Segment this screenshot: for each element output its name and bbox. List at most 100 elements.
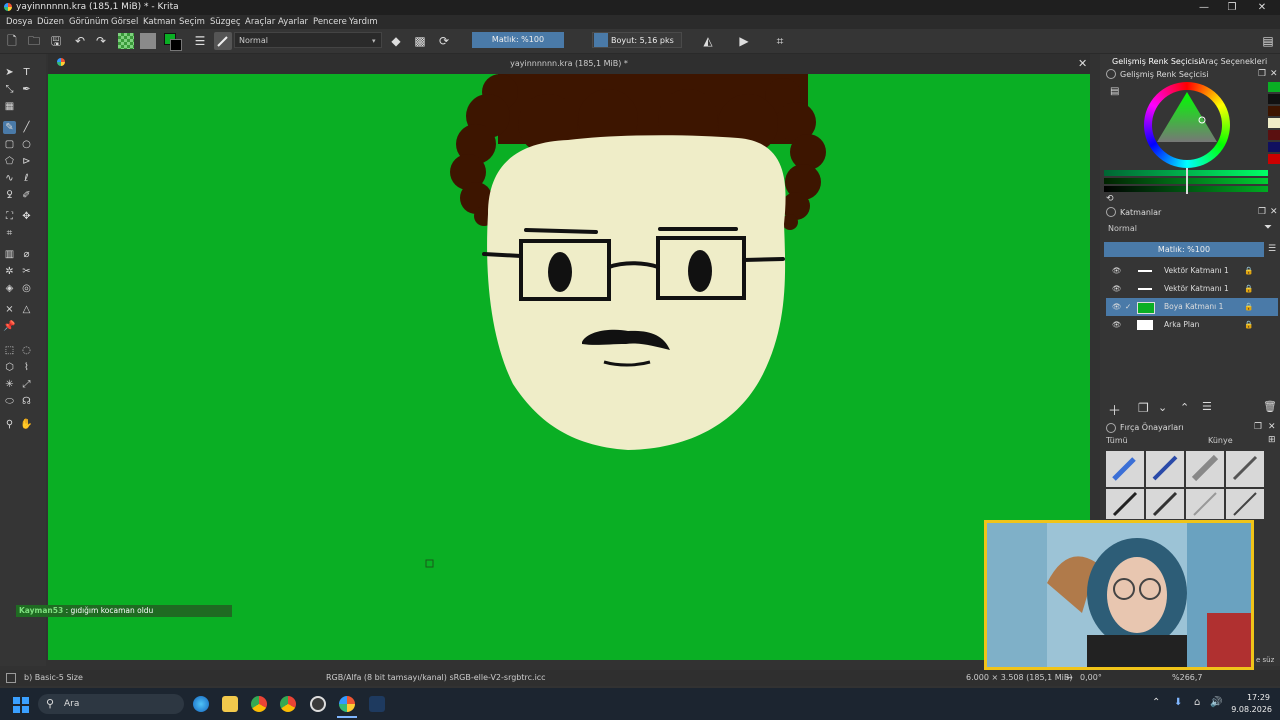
select-shapes-icon[interactable]: ➤ <box>3 66 16 79</box>
chrome-profile-icon[interactable] <box>280 696 296 712</box>
visibility-eye-icon[interactable]: 👁 <box>1112 298 1122 316</box>
recent-color-swatch[interactable] <box>1268 142 1280 152</box>
lock-icon[interactable]: 🔒 <box>1244 280 1253 298</box>
brush-preset-tile[interactable] <box>1146 489 1184 519</box>
panel-pin-icon[interactable] <box>1106 423 1116 433</box>
open-folder-icon[interactable]: 🗀 <box>26 33 42 49</box>
tab-color-selector[interactable]: Gelişmiş Renk Seçicisi <box>1112 57 1200 66</box>
close-window-button[interactable]: ✕ <box>1252 1 1272 14</box>
app-icon[interactable] <box>369 696 385 712</box>
colorize-mask-icon[interactable]: ✲ <box>3 265 16 278</box>
brush-filter-select[interactable]: Tümü <box>1106 436 1202 448</box>
menu-secim[interactable]: Seçim <box>179 17 205 27</box>
magnetic-select-icon[interactable]: ☊ <box>20 395 33 408</box>
reference-tool-icon[interactable]: 📌 <box>3 320 16 333</box>
polygon-tool-icon[interactable]: ⬠ <box>3 155 16 168</box>
undo-icon[interactable]: ↶ <box>72 33 88 49</box>
redo-icon[interactable]: ↷ <box>93 33 109 49</box>
visibility-eye-icon[interactable]: 👁 <box>1112 316 1122 334</box>
freehand-select-icon[interactable]: ⌇ <box>20 361 33 374</box>
lock-icon[interactable]: 🔒 <box>1244 298 1253 316</box>
rectangle-tool-icon[interactable]: ▢ <box>3 138 16 151</box>
eraser-icon[interactable]: ◆ <box>388 33 404 49</box>
workspace-icon[interactable]: ▤ <box>1260 33 1276 49</box>
brush-preset-tile[interactable] <box>1186 489 1224 519</box>
brush-preset-tile[interactable] <box>1106 489 1144 519</box>
color-triangle[interactable] <box>1152 90 1222 160</box>
panel-pin-icon[interactable] <box>1106 69 1116 79</box>
new-document-icon[interactable]: 🗋 <box>4 33 20 49</box>
filter-icon[interactable]: ⏷ <box>1264 222 1272 233</box>
layer-opacity-slider[interactable]: Matlık: %100 <box>1104 242 1264 257</box>
network-icon[interactable]: ⌂ <box>1194 697 1200 708</box>
recent-color-swatch[interactable] <box>1268 94 1280 104</box>
move-up-icon[interactable]: ⌃ <box>1180 401 1189 414</box>
close-document-button[interactable]: ✕ <box>1078 57 1087 70</box>
close-panel-icon[interactable]: ✕ <box>1270 69 1278 79</box>
delete-layer-icon[interactable]: 🗑 <box>1263 400 1277 413</box>
gradient-tool-icon[interactable]: ▦ <box>3 100 16 113</box>
brush-preset-tile[interactable] <box>1106 451 1144 487</box>
windows-start-icon[interactable] <box>12 696 30 714</box>
alpha-lock-icon[interactable]: ▩ <box>412 33 428 49</box>
reset-color-icon[interactable]: ⟲ <box>1106 194 1114 204</box>
polyline-tool-icon[interactable]: ⊳ <box>20 155 33 168</box>
contiguous-select-icon[interactable]: ✳ <box>3 378 16 391</box>
wrap-around-icon[interactable]: ⌗ <box>772 33 788 49</box>
minimize-button[interactable]: — <box>1194 1 1214 14</box>
pattern-swatch-icon[interactable] <box>140 33 156 49</box>
layer-row[interactable]: 👁 Vektör Katmanı 1 🔒 <box>1106 280 1278 298</box>
menu-pencere[interactable]: Pencere <box>313 17 347 27</box>
assistant-tool-icon[interactable]: ⨯ <box>3 303 16 316</box>
background-color-swatch[interactable] <box>170 39 182 51</box>
menu-ayarlar[interactable]: Ayarlar <box>278 17 308 27</box>
reload-preset-icon[interactable]: ⟳ <box>436 33 452 49</box>
tray-app-icon[interactable]: ⬇ <box>1174 697 1182 708</box>
line-tool-icon[interactable]: ╱ <box>20 121 33 134</box>
measure-tool-icon[interactable]: △ <box>20 303 33 316</box>
multibrush-icon[interactable]: ✐ <box>20 189 33 202</box>
visibility-eye-icon[interactable]: 👁 <box>1112 280 1122 298</box>
recent-color-swatch[interactable] <box>1268 106 1280 116</box>
bezier-select-icon[interactable]: ⬭ <box>3 395 16 408</box>
brush-settings-icon[interactable]: ☰ <box>192 33 208 49</box>
freehand-path-icon[interactable]: ℓ <box>20 172 33 185</box>
tray-chevron-icon[interactable]: ⌃ <box>1152 697 1160 708</box>
status-zoom[interactable]: %266,7 <box>1172 673 1203 682</box>
move-down-icon[interactable]: ⌄ <box>1158 401 1167 414</box>
chrome-icon[interactable] <box>251 696 267 712</box>
float-panel-icon[interactable]: ❐ <box>1258 207 1266 217</box>
maximize-button[interactable]: ❐ <box>1222 1 1242 14</box>
recent-color-swatch[interactable] <box>1268 118 1280 128</box>
dynamic-brush-icon[interactable]: ꝿ <box>3 189 16 202</box>
calligraphy-icon[interactable]: ✒ <box>20 83 33 96</box>
panel-pin-icon[interactable] <box>1106 207 1116 217</box>
smart-patch-icon[interactable]: ✂ <box>20 265 33 278</box>
menu-suzgec[interactable]: Süzgeç <box>210 17 241 27</box>
tab-tool-options[interactable]: Araç Seçenekleri <box>1200 57 1267 66</box>
layer-blend-select[interactable]: Normal <box>1104 222 1258 236</box>
menu-dosya[interactable]: Dosya <box>6 17 32 27</box>
mirror-horizontal-icon[interactable]: ◭ <box>700 33 716 49</box>
crop-tool-icon[interactable]: ⌗ <box>3 227 16 240</box>
taskbar-search-box[interactable]: ⚲ Ara <box>38 694 184 714</box>
rect-select-icon[interactable]: ⬚ <box>3 344 16 357</box>
save-icon[interactable]: 🖫 <box>48 33 64 49</box>
transform-tool-icon[interactable]: ⛶ <box>3 210 16 223</box>
obs-icon[interactable] <box>310 696 326 712</box>
layer-row-selected[interactable]: 👁 ✓ Boya Katmanı 1 🔒 <box>1106 298 1278 316</box>
layer-menu-icon[interactable]: ☰ <box>1268 244 1276 254</box>
file-explorer-icon[interactable] <box>222 696 238 712</box>
layer-properties-icon[interactable]: ☰ <box>1202 400 1212 413</box>
brush-preset-tile[interactable] <box>1226 489 1264 519</box>
menu-yardim[interactable]: Yardım <box>349 17 378 27</box>
opacity-slider[interactable]: Matlık: %100 <box>472 32 564 48</box>
menu-araclar[interactable]: Araçlar <box>245 17 275 27</box>
close-panel-icon[interactable]: ✕ <box>1270 207 1278 217</box>
krita-taskbar-icon[interactable] <box>339 696 355 712</box>
clock-date[interactable]: 9.08.2026 <box>1226 705 1272 714</box>
brush-preset-icon[interactable] <box>214 32 232 50</box>
ellipse-select-icon[interactable]: ◌ <box>20 344 33 357</box>
lock-icon[interactable]: 🔒 <box>1244 316 1253 334</box>
close-panel-icon[interactable]: ✕ <box>1268 422 1276 432</box>
